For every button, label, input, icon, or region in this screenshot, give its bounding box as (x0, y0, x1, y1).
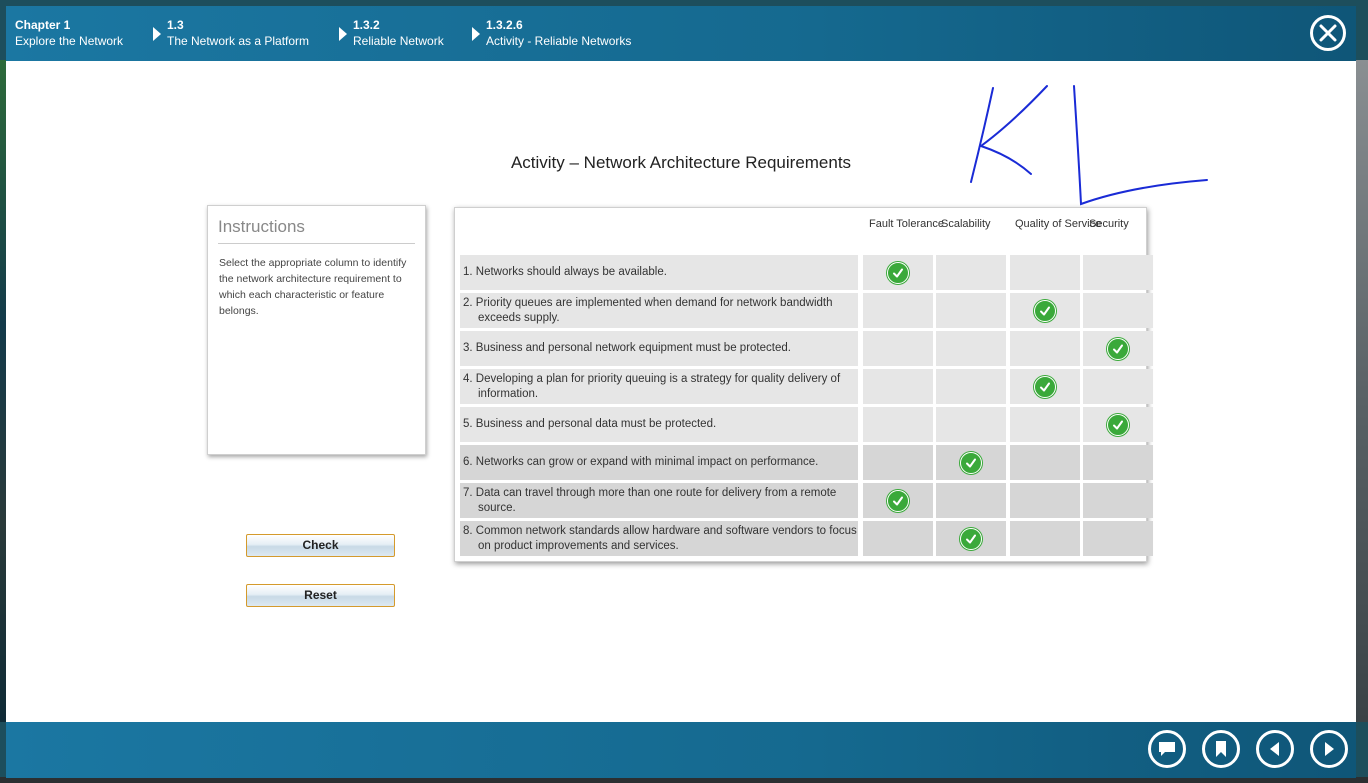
check-button[interactable]: Check (246, 534, 395, 557)
breadcrumb-chapter-number: Chapter 1 (15, 18, 71, 32)
answer-cell-fault-tolerance[interactable] (863, 445, 933, 480)
handwritten-annotation (970, 85, 1208, 206)
breadcrumb-activity-number: 1.3.2.6 (486, 18, 523, 32)
checkmark-icon (1107, 413, 1129, 436)
answer-cell-security[interactable] (1083, 331, 1153, 366)
bookmark-button[interactable] (1202, 730, 1240, 768)
breadcrumb-subsection-number: 1.3.2 (353, 18, 380, 32)
row-description-text: 5. Business and personal data must be pr… (463, 418, 717, 430)
answer-cell-scalability[interactable] (936, 293, 1006, 328)
requirements-table: Fault Tolerance Scalability Quality of S… (454, 207, 1153, 562)
row-description: 8. Common network standards allow hardwa… (460, 521, 858, 556)
row-description-text: 8. Common network standards allow hardwa… (463, 524, 857, 552)
answer-cell-quality-of-service[interactable] (1010, 369, 1080, 404)
row-description-text: 6. Networks can grow or expand with mini… (463, 456, 819, 468)
checkmark-icon (960, 527, 982, 550)
row-description-text: 1. Networks should always be available. (463, 266, 667, 278)
row-description: 3. Business and personal network equipme… (460, 331, 858, 366)
answer-cell-security[interactable] (1083, 483, 1153, 518)
column-header-fault-tolerance: Fault Tolerance (869, 218, 945, 230)
row-description: 2. Priority queues are implemented when … (460, 293, 858, 328)
next-button[interactable] (1310, 730, 1348, 768)
answer-cell-fault-tolerance[interactable] (863, 483, 933, 518)
answer-cell-quality-of-service[interactable] (1010, 521, 1080, 556)
breadcrumb-separator-icon (472, 27, 480, 41)
answer-cell-security[interactable] (1083, 407, 1153, 442)
previous-button[interactable] (1256, 730, 1294, 768)
checkmark-icon (887, 489, 909, 512)
activity-window: Chapter 1 Explore the Network 1.3 The Ne… (6, 6, 1356, 778)
instructions-heading: Instructions (218, 217, 415, 244)
answer-cell-quality-of-service[interactable] (1010, 445, 1080, 480)
breadcrumb-separator-icon (339, 27, 347, 41)
answer-cell-scalability[interactable] (936, 521, 1006, 556)
answer-cell-quality-of-service[interactable] (1010, 331, 1080, 366)
column-header-security: Security (1089, 218, 1129, 230)
breadcrumb-chapter-label: Explore the Network (15, 34, 124, 48)
answer-cell-scalability[interactable] (936, 445, 1006, 480)
checkmark-icon (1034, 375, 1056, 398)
answer-cell-security[interactable] (1083, 293, 1153, 328)
checkmark-icon (1034, 299, 1056, 322)
answer-cell-fault-tolerance[interactable] (863, 331, 933, 366)
answer-cell-scalability[interactable] (936, 407, 1006, 442)
answer-cell-fault-tolerance[interactable] (863, 255, 933, 290)
breadcrumb-chapter[interactable]: Chapter 1 Explore the Network (15, 17, 123, 49)
breadcrumb-section[interactable]: 1.3 The Network as a Platform (167, 17, 309, 49)
page-title: Activity – Network Architecture Requirem… (510, 153, 852, 172)
close-button[interactable] (1310, 15, 1346, 51)
comment-icon (1159, 742, 1175, 756)
answer-cell-scalability[interactable] (936, 331, 1006, 366)
row-description-text: 2. Priority queues are implemented when … (463, 296, 833, 324)
column-header-scalability: Scalability (941, 218, 991, 230)
row-description: 5. Business and personal data must be pr… (460, 407, 858, 442)
row-description: 6. Networks can grow or expand with mini… (460, 445, 858, 480)
answer-cell-fault-tolerance[interactable] (863, 521, 933, 556)
instructions-panel: Instructions Select the appropriate colu… (207, 205, 426, 455)
answer-cell-fault-tolerance[interactable] (863, 293, 933, 328)
row-description-text: 3. Business and personal network equipme… (463, 342, 791, 354)
answer-cell-scalability[interactable] (936, 369, 1006, 404)
header-bar: Chapter 1 Explore the Network 1.3 The Ne… (6, 6, 1356, 61)
answer-cell-scalability[interactable] (936, 255, 1006, 290)
row-description: 7. Data can travel through more than one… (460, 483, 858, 518)
background-right-edge (1356, 60, 1368, 722)
breadcrumb-activity[interactable]: 1.3.2.6 Activity - Reliable Networks (486, 17, 631, 49)
answer-cell-security[interactable] (1083, 445, 1153, 480)
answer-cell-quality-of-service[interactable] (1010, 483, 1080, 518)
answer-cell-security[interactable] (1083, 521, 1153, 556)
breadcrumb-subsection-label: Reliable Network (353, 34, 444, 48)
previous-icon (1270, 742, 1279, 756)
answer-cell-scalability[interactable] (936, 483, 1006, 518)
row-description: 4. Developing a plan for priority queuin… (460, 369, 858, 404)
breadcrumb-section-label: The Network as a Platform (167, 34, 310, 48)
breadcrumb-activity-label: Activity - Reliable Networks (486, 34, 632, 48)
reset-button[interactable]: Reset (246, 584, 395, 607)
checkmark-icon (960, 451, 982, 474)
answer-cell-fault-tolerance[interactable] (863, 407, 933, 442)
row-description-text: 7. Data can travel through more than one… (463, 486, 837, 514)
answer-cell-fault-tolerance[interactable] (863, 369, 933, 404)
answer-cell-security[interactable] (1083, 369, 1153, 404)
breadcrumb-separator-icon (153, 27, 161, 41)
breadcrumb-subsection[interactable]: 1.3.2 Reliable Network (353, 17, 444, 49)
checkmark-icon (887, 261, 909, 284)
next-icon (1325, 742, 1334, 756)
instructions-text: Select the appropriate column to identif… (219, 257, 407, 317)
answer-cell-quality-of-service[interactable] (1010, 407, 1080, 442)
answer-cell-quality-of-service[interactable] (1010, 255, 1080, 290)
checkmark-icon (1107, 337, 1129, 360)
answer-cell-security[interactable] (1083, 255, 1153, 290)
footer-bar (6, 722, 1356, 778)
row-description: 1. Networks should always be available. (460, 255, 858, 290)
comment-button[interactable] (1148, 730, 1186, 768)
bookmark-icon (1216, 741, 1226, 757)
row-description-text: 4. Developing a plan for priority queuin… (463, 372, 841, 400)
answer-cell-quality-of-service[interactable] (1010, 293, 1080, 328)
breadcrumb-section-number: 1.3 (167, 18, 184, 32)
close-icon (1319, 24, 1337, 42)
